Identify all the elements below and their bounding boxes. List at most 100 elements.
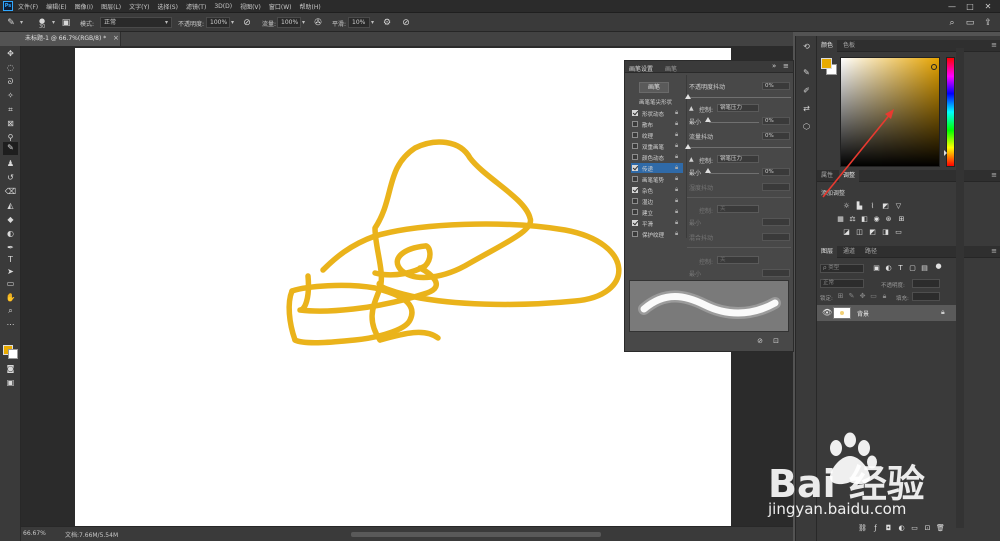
menu-select[interactable]: 选择(S) <box>157 2 178 11</box>
checkbox[interactable] <box>632 132 638 138</box>
lock-pixels-icon[interactable]: ⊞ <box>836 292 845 301</box>
filter-toggle-icon[interactable]: ● <box>934 262 943 271</box>
search-icon[interactable]: ⌕ <box>946 17 958 29</box>
rectangle-tool-icon[interactable]: ▭ <box>3 278 18 290</box>
screen-mode-icon[interactable]: ▣ <box>3 377 18 389</box>
posterize-icon[interactable]: ◫ <box>855 228 864 237</box>
brush-option-wet-edges[interactable]: 湿边 🔒︎ <box>631 196 683 206</box>
gear-icon[interactable]: ⚙ <box>381 17 393 29</box>
brush-tip-shape-heading[interactable]: 画笔笔尖形状 <box>639 98 672 106</box>
brush-option-dual-brush[interactable]: 双重画笔 🔒︎ <box>631 141 683 151</box>
menu-type[interactable]: 文字(Y) <box>129 2 149 11</box>
brush-option-noise[interactable]: 杂色 🔒︎ <box>631 185 683 195</box>
new-layer-icon[interactable]: ⊡ <box>923 524 932 533</box>
checkbox[interactable] <box>632 209 638 215</box>
type-tool-icon[interactable]: T <box>3 254 18 266</box>
minimum-flow-value[interactable]: 0% <box>762 168 790 176</box>
brush-option-brush-pose[interactable]: 画笔笔势 🔒︎ <box>631 174 683 184</box>
brush-tool-icon[interactable]: ✎ <box>3 142 18 155</box>
foreground-color-swatch[interactable] <box>821 58 832 69</box>
background-color-swatch[interactable] <box>8 349 18 359</box>
tab-swatches[interactable]: 色板 <box>839 40 859 52</box>
tab-color[interactable]: 颜色 <box>817 40 838 52</box>
hand-tool-icon[interactable]: ✋ <box>3 292 18 304</box>
chevron-down-icon[interactable]: ▾ <box>229 18 236 27</box>
path-select-tool-icon[interactable]: ➤ <box>3 266 18 278</box>
menu-view[interactable]: 视图(V) <box>240 2 261 11</box>
marquee-tool-icon[interactable]: ◌ <box>3 62 18 74</box>
menu-window[interactable]: 窗口(W) <box>269 2 292 11</box>
checkbox[interactable] <box>632 176 638 182</box>
panel-menu-icon[interactable]: ≡ <box>991 41 997 49</box>
lock-paint-icon[interactable]: ✎ <box>847 292 856 301</box>
hue-slider[interactable] <box>944 57 955 167</box>
close-button[interactable]: ✕ <box>980 1 996 12</box>
checkbox[interactable] <box>632 187 638 193</box>
smoothing-field[interactable]: 10% <box>348 17 370 28</box>
panel-menu-icon[interactable]: ≡ <box>991 247 997 255</box>
checkbox[interactable] <box>632 220 638 226</box>
opacity-jitter-value[interactable]: 0% <box>762 82 790 90</box>
minimize-button[interactable]: — <box>944 1 960 12</box>
checkbox[interactable] <box>632 231 638 237</box>
layer-fill-field[interactable] <box>912 292 940 301</box>
stamp-tool-icon[interactable]: ♟ <box>3 158 18 170</box>
workspace-icon[interactable]: ▭ <box>964 17 976 29</box>
color-balance-icon[interactable]: ⚖ <box>848 215 857 224</box>
black-white-icon[interactable]: ◧ <box>860 215 869 224</box>
history-brush-tool-icon[interactable]: ↺ <box>3 172 18 184</box>
checkbox[interactable] <box>632 143 638 149</box>
filter-adjust-icon[interactable]: ◐ <box>884 264 893 273</box>
properties-icon[interactable]: ⇄ <box>800 102 813 115</box>
lock-move-icon[interactable]: ✥ <box>858 292 867 301</box>
chevron-down-icon[interactable]: ▾ <box>50 18 57 27</box>
delete-layer-icon[interactable]: 🗑︎ <box>936 524 945 533</box>
brush-option-transfer[interactable]: 传递 🔒︎ <box>631 163 683 173</box>
collapse-icon[interactable]: » <box>772 62 776 70</box>
opacity-jitter-slider[interactable] <box>687 97 791 98</box>
brush-option-build-up[interactable]: 建立 🔒︎ <box>631 207 683 217</box>
close-tab-icon[interactable]: × <box>113 34 119 42</box>
minimum-opacity-slider[interactable] <box>709 122 759 123</box>
chevron-down-icon[interactable]: ▾ <box>369 18 376 27</box>
brush-settings-icon[interactable]: ✎ <box>800 66 813 79</box>
zoom-tool-icon[interactable]: ⌕ <box>3 305 18 317</box>
brush-presets-icon[interactable]: ✐ <box>800 84 813 97</box>
threshold-icon[interactable]: ◩ <box>868 228 877 237</box>
tab-brush[interactable]: 画笔 <box>665 64 677 73</box>
airbrush-icon[interactable]: ✇ <box>312 17 324 29</box>
minimum-opacity-value[interactable]: 0% <box>762 117 790 125</box>
flow-control-select[interactable]: 钢笔压力 <box>717 155 759 163</box>
channel-mixer-icon[interactable]: ⊛ <box>884 215 893 224</box>
opacity-field[interactable]: 100% <box>206 17 230 28</box>
quick-select-tool-icon[interactable]: ✧ <box>3 90 18 102</box>
frame-tool-icon[interactable]: ⊠ <box>3 118 18 130</box>
lock-all-icon[interactable]: 🔒︎ <box>880 292 889 301</box>
menu-filter[interactable]: 滤镜(T) <box>186 2 206 11</box>
eraser-tool-icon[interactable]: ⌫ <box>3 186 18 198</box>
document-tab[interactable]: 未标题-1 @ 66.7%(RGB/8) * <box>21 32 121 46</box>
crop-tool-icon[interactable]: ⌗ <box>3 104 18 116</box>
horizontal-scrollbar[interactable] <box>351 532 601 537</box>
brush-option-scattering[interactable]: 散布 🔒︎ <box>631 119 683 129</box>
opacity-control-select[interactable]: 钢笔压力 <box>717 104 759 112</box>
tab-layers[interactable]: 图层 <box>817 246 838 258</box>
hue-slider-thumb[interactable] <box>944 150 947 156</box>
brush-option-color-dynamics[interactable]: 颜色动态 🔒︎ <box>631 152 683 162</box>
layer-style-icon[interactable]: ƒ <box>871 524 880 533</box>
brush-presets-button[interactable]: 画笔 <box>639 82 669 93</box>
menu-image[interactable]: 图像(I) <box>75 2 93 11</box>
history-icon[interactable]: ⟲ <box>800 40 813 53</box>
flow-jitter-slider[interactable] <box>687 147 791 148</box>
minimum-flow-slider[interactable] <box>709 173 759 174</box>
chevron-down-icon[interactable]: ▾ <box>300 18 307 27</box>
tab-channels[interactable]: 通道 <box>839 246 859 258</box>
menu-3d[interactable]: 3D(D) <box>214 3 232 10</box>
menu-help[interactable]: 帮助(H) <box>300 2 321 11</box>
flow-jitter-value[interactable]: 0% <box>762 132 790 140</box>
visibility-eye-icon[interactable]: 👁︎ <box>822 308 832 317</box>
new-brush-icon[interactable]: ⊡ <box>771 337 781 347</box>
tab-paths[interactable]: 路径 <box>861 246 881 258</box>
blur-tool-icon[interactable]: ◆ <box>3 214 18 226</box>
menu-file[interactable]: 文件(F) <box>18 2 38 11</box>
